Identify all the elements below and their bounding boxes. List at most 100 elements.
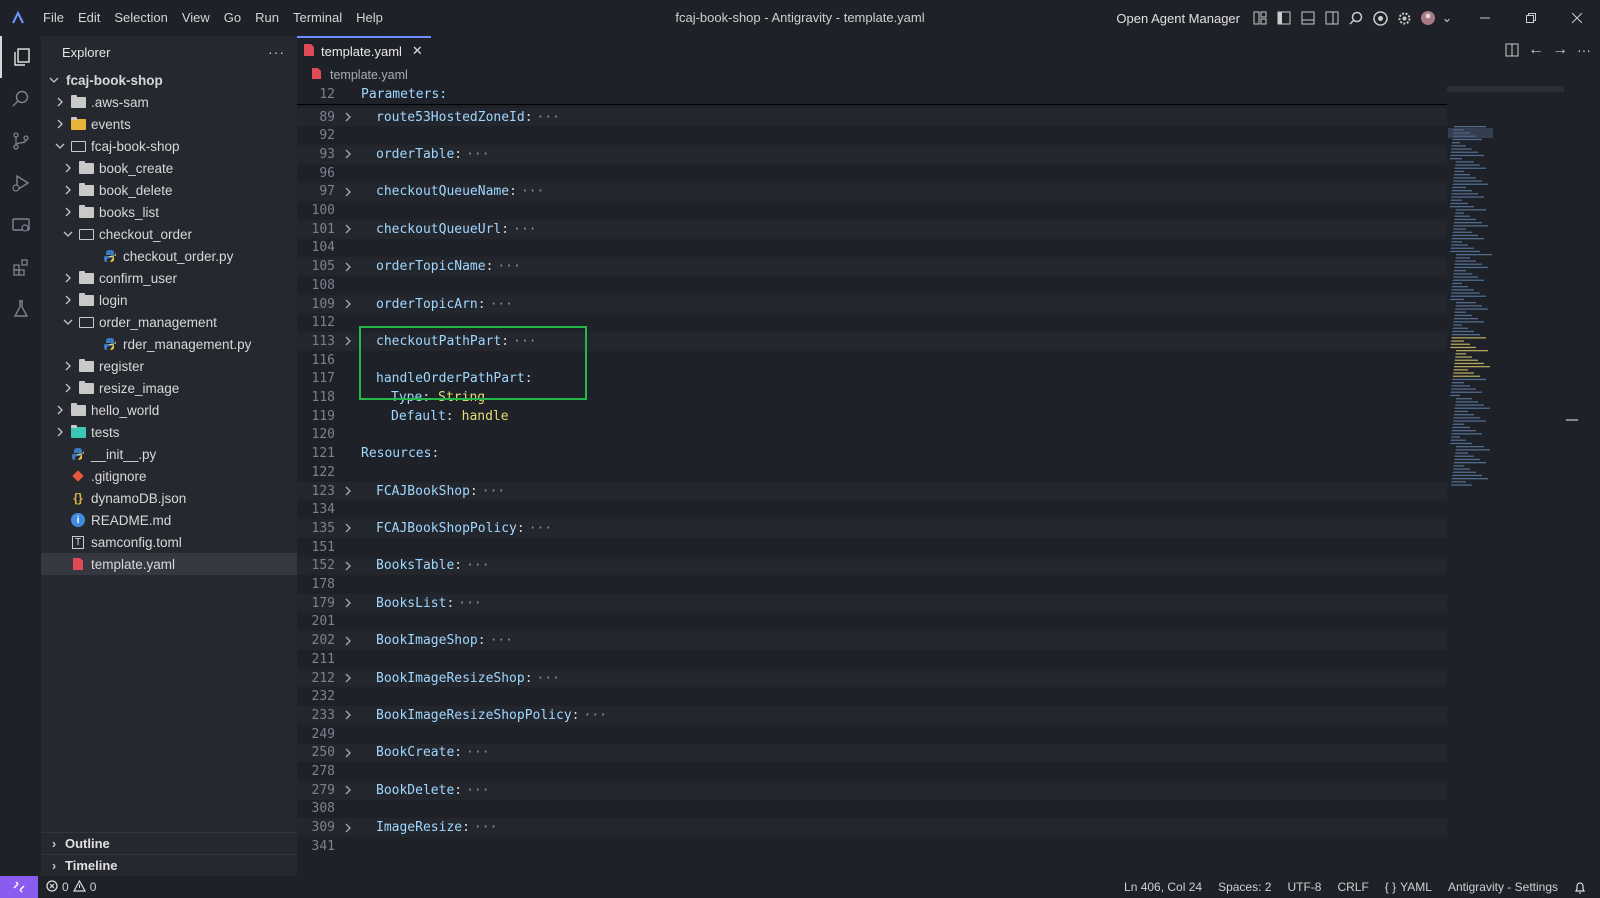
encoding[interactable]: UTF-8	[1279, 880, 1329, 894]
tree-item[interactable]: __init__.py	[41, 443, 297, 465]
cursor-position[interactable]: Ln 406, Col 24	[1116, 880, 1210, 894]
folded-ellipsis[interactable]: ···	[521, 184, 544, 199]
code-line[interactable]: 134	[297, 500, 1447, 519]
menu-go[interactable]: Go	[217, 0, 248, 36]
folded-ellipsis[interactable]: ···	[474, 820, 497, 835]
toggle-primary-sidebar-icon[interactable]	[1272, 6, 1296, 30]
code-line[interactable]: 135 FCAJBookShopPolicy: ···	[297, 519, 1447, 538]
toggle-secondary-sidebar-icon[interactable]	[1320, 6, 1344, 30]
code-line[interactable]: 89 route53HostedZoneId: ···	[297, 107, 1447, 127]
language-mode[interactable]: { } YAML	[1377, 880, 1440, 894]
restore-button[interactable]	[1508, 0, 1554, 36]
tab-template-yaml[interactable]: template.yaml ✕	[297, 36, 431, 64]
folded-ellipsis[interactable]: ···	[537, 110, 560, 125]
folded-ellipsis[interactable]: ···	[458, 596, 481, 611]
run-debug-icon[interactable]	[0, 162, 41, 204]
tree-item[interactable]: fcaj-book-shop	[41, 69, 297, 91]
code-line[interactable]: 278	[297, 762, 1447, 781]
breadcrumb-file[interactable]: template.yaml	[330, 68, 408, 82]
outline-panel[interactable]: › Outline	[41, 832, 297, 854]
tree-item[interactable]: {} dynamoDB.json	[41, 487, 297, 509]
code-editor[interactable]: 12 Parameters: 89 route53HostedZoneId: ···…	[297, 86, 1447, 876]
browser-icon[interactable]	[1368, 6, 1392, 30]
fold-chevron-icon[interactable]	[335, 523, 361, 533]
tree-item[interactable]: rder_management.py	[41, 333, 297, 355]
toggle-panel-icon[interactable]	[1296, 6, 1320, 30]
tree-item[interactable]: Tsamconfig.toml	[41, 531, 297, 553]
fold-chevron-icon[interactable]	[335, 224, 361, 234]
fold-chevron-icon[interactable]	[335, 636, 361, 646]
menu-run[interactable]: Run	[248, 0, 286, 36]
fold-chevron-icon[interactable]	[335, 336, 361, 346]
code-line[interactable]: 211	[297, 650, 1447, 669]
code-line[interactable]: 308	[297, 800, 1447, 819]
open-agent-manager-button[interactable]: Open Agent Manager	[1116, 11, 1240, 26]
code-line[interactable]: 341	[297, 837, 1447, 856]
search-icon[interactable]	[1344, 6, 1368, 30]
tree-item[interactable]: books_list	[41, 201, 297, 223]
code-line[interactable]: 178	[297, 575, 1447, 594]
tree-item[interactable]: order_management	[41, 311, 297, 333]
code-line[interactable]: 96	[297, 164, 1447, 183]
tree-item[interactable]: fcaj-book-shop	[41, 135, 297, 157]
fold-chevron-icon[interactable]	[335, 486, 361, 496]
close-window-button[interactable]	[1554, 0, 1600, 36]
menu-view[interactable]: View	[175, 0, 217, 36]
more-actions-icon[interactable]: ···	[268, 44, 285, 60]
end-of-line[interactable]: CRLF	[1329, 880, 1376, 894]
indentation[interactable]: Spaces: 2	[1210, 880, 1279, 894]
minimap[interactable]	[1447, 86, 1564, 876]
folded-ellipsis[interactable]: ···	[529, 521, 552, 536]
antigravity-settings[interactable]: Antigravity - Settings	[1440, 880, 1566, 894]
fold-chevron-icon[interactable]	[335, 785, 361, 795]
tree-item[interactable]: register	[41, 355, 297, 377]
tree-item[interactable]: .aws-sam	[41, 91, 297, 113]
code-line[interactable]: 121 Resources:	[297, 444, 1447, 463]
search-icon[interactable]	[0, 78, 41, 120]
tree-item[interactable]: events	[41, 113, 297, 135]
fold-chevron-icon[interactable]	[335, 112, 361, 122]
more-actions-icon[interactable]: ···	[1572, 38, 1596, 62]
tree-item[interactable]: login	[41, 289, 297, 311]
code-line[interactable]: 202 BookImageShop: ···	[297, 631, 1447, 650]
remote-explorer-icon[interactable]	[0, 204, 41, 246]
tree-item[interactable]: checkout_order	[41, 223, 297, 245]
fold-chevron-icon[interactable]	[335, 598, 361, 608]
code-line[interactable]: 104	[297, 239, 1447, 258]
menu-edit[interactable]: Edit	[71, 0, 107, 36]
extensions-icon[interactable]	[0, 246, 41, 288]
minimize-button[interactable]	[1462, 0, 1508, 36]
code-line[interactable]: 309 ImageResize: ···	[297, 818, 1447, 837]
folded-ellipsis[interactable]: ···	[584, 708, 607, 723]
code-line[interactable]: 101 checkoutQueueUrl: ···	[297, 219, 1447, 239]
folded-ellipsis[interactable]: ···	[490, 633, 513, 648]
code-line[interactable]: 119 Default: handle	[297, 407, 1447, 426]
code-line[interactable]: 93 orderTable: ···	[297, 145, 1447, 164]
split-editor-icon[interactable]	[1500, 38, 1524, 62]
fold-chevron-icon[interactable]	[335, 710, 361, 720]
code-line[interactable]: 123 FCAJBookShop: ···	[297, 481, 1447, 501]
explorer-icon[interactable]	[0, 36, 41, 78]
folded-ellipsis[interactable]: ···	[490, 297, 513, 312]
tree-item[interactable]: book_delete	[41, 179, 297, 201]
remote-indicator-icon[interactable]	[0, 876, 38, 898]
code-line[interactable]: 201	[297, 613, 1447, 632]
code-line[interactable]: 105 orderTopicName: ···	[297, 257, 1447, 276]
code-line[interactable]: 152 BooksTable: ···	[297, 556, 1447, 576]
tree-item[interactable]: template.yaml	[41, 553, 297, 575]
code-line[interactable]: 232	[297, 687, 1447, 706]
notifications-bell-icon[interactable]	[1566, 881, 1594, 894]
tree-item[interactable]: hello_world	[41, 399, 297, 421]
go-back-icon[interactable]: ←	[1524, 38, 1548, 62]
problems-indicator[interactable]: 0 0	[38, 879, 104, 895]
code-line[interactable]: 100	[297, 201, 1447, 220]
code-line[interactable]: 151	[297, 538, 1447, 557]
tree-item[interactable]: checkout_order.py	[41, 245, 297, 267]
menu-selection[interactable]: Selection	[107, 0, 174, 36]
folded-ellipsis[interactable]: ···	[466, 147, 489, 162]
account-avatar-icon[interactable]	[1416, 6, 1440, 30]
source-control-icon[interactable]	[0, 120, 41, 162]
tree-item[interactable]: tests	[41, 421, 297, 443]
folded-ellipsis[interactable]: ···	[537, 671, 560, 686]
folded-ellipsis[interactable]: ···	[466, 783, 489, 798]
